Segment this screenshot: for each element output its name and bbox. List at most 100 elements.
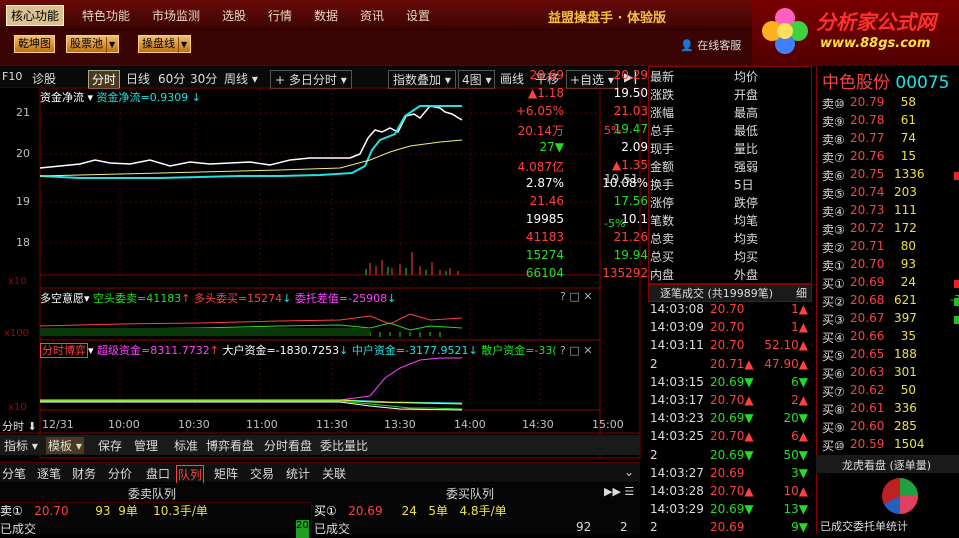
person-icon: 👤: [680, 39, 694, 52]
tab-daily[interactable]: 日线: [126, 70, 150, 87]
time-tick: 10:00: [108, 418, 140, 431]
longhu-title[interactable]: 龙虎看盘 (逐单量): [842, 457, 931, 473]
tab-60min[interactable]: 60分: [158, 70, 185, 87]
panel-controls[interactable]: ? □ ✕: [560, 344, 592, 357]
game-panel-title[interactable]: 分时博弈 ▾ 超级资金=8311.7732↑ 大户资金=-1830.7253↓ 中…: [40, 342, 600, 358]
tab-ratio[interactable]: 委比量比: [320, 437, 368, 454]
tab-30min[interactable]: 30分: [190, 70, 217, 87]
tab-game[interactable]: 博弈看盘: [206, 437, 254, 454]
queue-buy-row: 买① 20.69 24 5单 4.8手/单: [314, 504, 507, 518]
four-chart-button[interactable]: 4图 ▾: [458, 70, 496, 89]
manage-button[interactable]: 管理: [134, 437, 158, 454]
bull-bear-title[interactable]: 多空意愿▾ 空头委卖=41183↑ 多头委买=15274↓ 委托差值=-2590…: [40, 290, 396, 306]
menu-data[interactable]: 数据: [314, 7, 338, 24]
logo-name: 分析家公式网: [816, 10, 936, 34]
fund-flow-title[interactable]: 资金净流 ▾ 资金净流=0.9309 ↓: [40, 89, 201, 105]
trade-row: 2 20.71▲ 47.90▲: [650, 356, 808, 371]
online-service-link[interactable]: 👤 在线客服: [680, 37, 741, 53]
trade-row: 14:03:09 20.70 1▲: [650, 320, 808, 335]
level-marker: [954, 298, 959, 306]
tab-related[interactable]: 关联: [322, 465, 346, 482]
chevron-down-icon: ▼: [178, 37, 187, 53]
buy-queue-title: 委买队列: [446, 487, 495, 501]
trade-line-button[interactable]: 操盘线 ▼: [138, 35, 192, 53]
y-label-18: 18: [16, 236, 30, 249]
menu-features[interactable]: 特色功能: [82, 7, 130, 24]
tab-weekly[interactable]: 周线 ▾: [224, 70, 258, 87]
watchlist-button[interactable]: +自选 ▾: [566, 70, 618, 89]
tab-intraday[interactable]: 分时: [88, 70, 121, 89]
tab-template[interactable]: 模板 ▾: [46, 437, 84, 454]
tab-queue[interactable]: 队列: [176, 465, 205, 484]
trade-row: 14:03:15 20.69▼ 6▼: [650, 374, 808, 389]
tab-standard[interactable]: 标准: [174, 437, 198, 454]
time-tick: 10:30: [178, 418, 210, 431]
x100-scale: x100: [4, 328, 30, 339]
stock-pool-button[interactable]: 股票池 ▼: [66, 35, 120, 53]
f10-button[interactable]: F10: [2, 70, 22, 83]
multi-day-button[interactable]: + 多日分时 ▾: [270, 70, 352, 89]
menu-news[interactable]: 资讯: [360, 7, 384, 24]
trade-row: 14:03:25 20.70▲ 6▲: [650, 429, 808, 444]
play-icon[interactable]: ▶▶ ☰: [604, 485, 634, 498]
menu-monitor[interactable]: 市场监测: [152, 7, 200, 24]
tab-finance[interactable]: 财务: [72, 465, 96, 482]
trade-row: 14:03:17 20.70▲ 2▲: [650, 393, 808, 407]
queue-done-buy: 已成交: [314, 522, 351, 536]
pie-chart-icon: [882, 478, 918, 514]
level-marker: [954, 316, 959, 324]
flower-logo-icon: [762, 8, 808, 54]
logo-url: www.88gs.com: [820, 36, 931, 51]
queue-sell-row: 卖① 20.70 93 9单 10.3手/单: [0, 504, 208, 518]
y-label-20: 20: [16, 147, 30, 160]
tab-tick[interactable]: 分笔: [2, 465, 26, 482]
panel-controls[interactable]: ? □ ✕: [560, 290, 592, 303]
time-tick: 14:30: [522, 418, 554, 431]
trade-row: 14:03:27 20.69 3▼: [650, 465, 808, 480]
trade-row: 14:03:28 20.70▲ 10▲: [650, 484, 808, 498]
time-tick: 11:00: [246, 418, 278, 431]
trade-row: 14:03:29 20.69▼ 13▼: [650, 502, 808, 517]
menu-core[interactable]: 核心功能: [6, 5, 65, 26]
app-title: 益盟操盘手 · 体验版: [548, 11, 666, 26]
trades-detail-tab[interactable]: 细: [796, 285, 807, 301]
queue-done-buy-count: 92: [576, 520, 592, 534]
draw-line-button[interactable]: 画线: [500, 70, 524, 87]
time-axis-label[interactable]: 分时 ⬇: [2, 418, 37, 434]
y-label-19: 19: [16, 195, 30, 208]
collapse-icon[interactable]: ⌄: [624, 465, 634, 479]
trade-row: 2 20.69 9▼: [650, 520, 808, 535]
tab-matrix[interactable]: 矩阵: [214, 465, 238, 482]
menu-settings[interactable]: 设置: [406, 7, 430, 24]
order-stats-title: 已成交委托单统计: [820, 520, 908, 533]
queue-done-sell-count: 20: [296, 520, 309, 538]
level-marker: [954, 172, 959, 180]
trade-row: 14:03:11 20.70 52.10▲: [650, 338, 808, 353]
trade-row: 14:03:08 20.70 1▲: [650, 302, 808, 316]
time-tick: 13:30: [384, 418, 416, 431]
tab-indicator[interactable]: 指标 ▾: [4, 437, 38, 454]
time-tick: 15:00: [592, 418, 624, 431]
tab-trade[interactable]: 交易: [250, 465, 274, 482]
tab-tick-by-tick[interactable]: 逐笔: [37, 465, 61, 482]
qiankun-button[interactable]: 乾坤图: [14, 35, 55, 53]
menu-quotes[interactable]: 行情: [268, 7, 292, 24]
queue-done-sell: 已成交: [0, 522, 37, 536]
sell-queue-title: 委卖队列: [128, 487, 177, 501]
time-tick: 14:00: [454, 418, 486, 431]
tab-order-book[interactable]: 盘口: [146, 465, 170, 482]
index-overlay-button[interactable]: 指数叠加 ▾: [388, 70, 456, 89]
save-button[interactable]: 保存: [98, 437, 122, 454]
trade-row: 2 20.69▼ 50▼: [650, 447, 808, 462]
chevron-down-icon: ▼: [106, 37, 115, 53]
tab-stats[interactable]: 统计: [286, 465, 310, 482]
queue-done-buy-count2: 2: [620, 520, 628, 534]
time-date: 12/31: [42, 418, 74, 431]
tab-intraday-view[interactable]: 分时看盘: [264, 437, 312, 454]
menu-stock-pick[interactable]: 选股: [222, 7, 246, 24]
y-label-21: 21: [16, 106, 30, 119]
diagnose-button[interactable]: 诊股: [32, 70, 56, 87]
volume-scale: x10: [8, 276, 27, 287]
tab-price[interactable]: 分价: [108, 465, 132, 482]
stock-header: 中色股份 00075: [822, 73, 950, 93]
